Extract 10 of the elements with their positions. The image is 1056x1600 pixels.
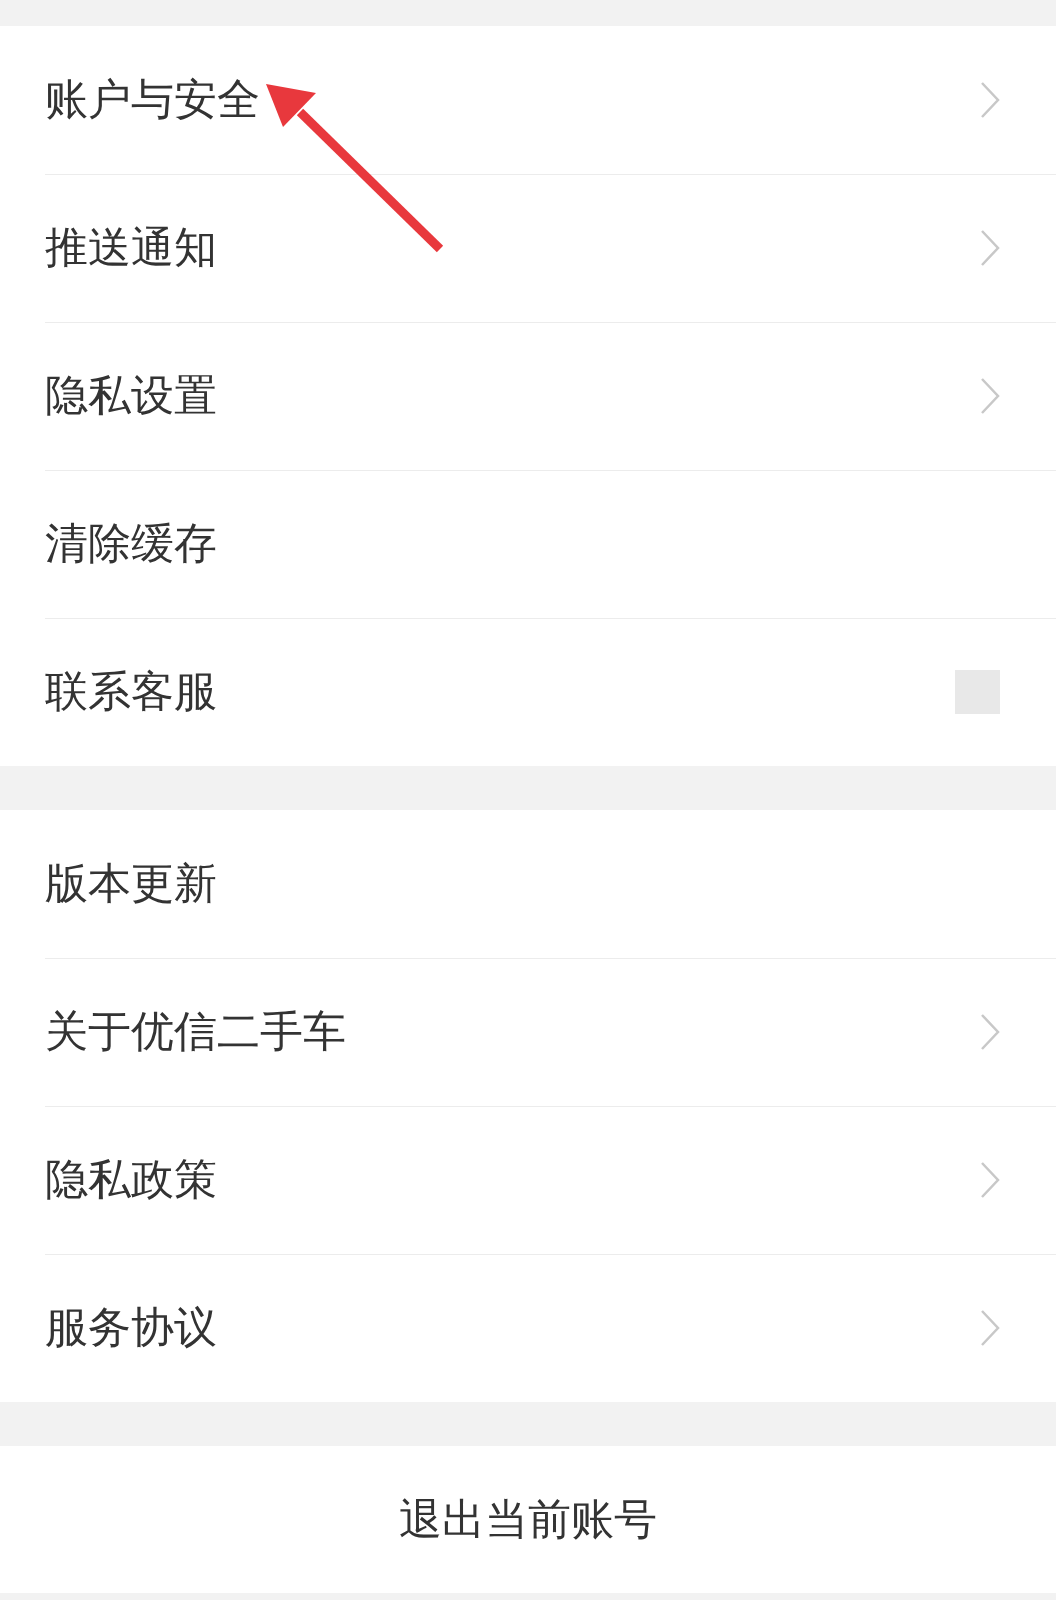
settings-item[interactable]: 隐私设置 [45, 370, 217, 422]
settings-item[interactable]: 服务协议 [45, 1302, 217, 1354]
settings-item[interactable]: 账户与安全 [45, 74, 260, 126]
logout-button[interactable]: 退出当前账号 [0, 1446, 1056, 1593]
settings-item[interactable]: 推送通知 [45, 222, 217, 274]
settings-item[interactable]: 版本更新 [45, 858, 217, 910]
settings-item[interactable]: 清除缓存 [45, 518, 217, 570]
settings-item[interactable]: 关于优信二手车 [45, 1006, 346, 1058]
settings-item[interactable]: 隐私政策 [45, 1154, 217, 1206]
settings-item[interactable]: 联系客服 [45, 666, 217, 718]
